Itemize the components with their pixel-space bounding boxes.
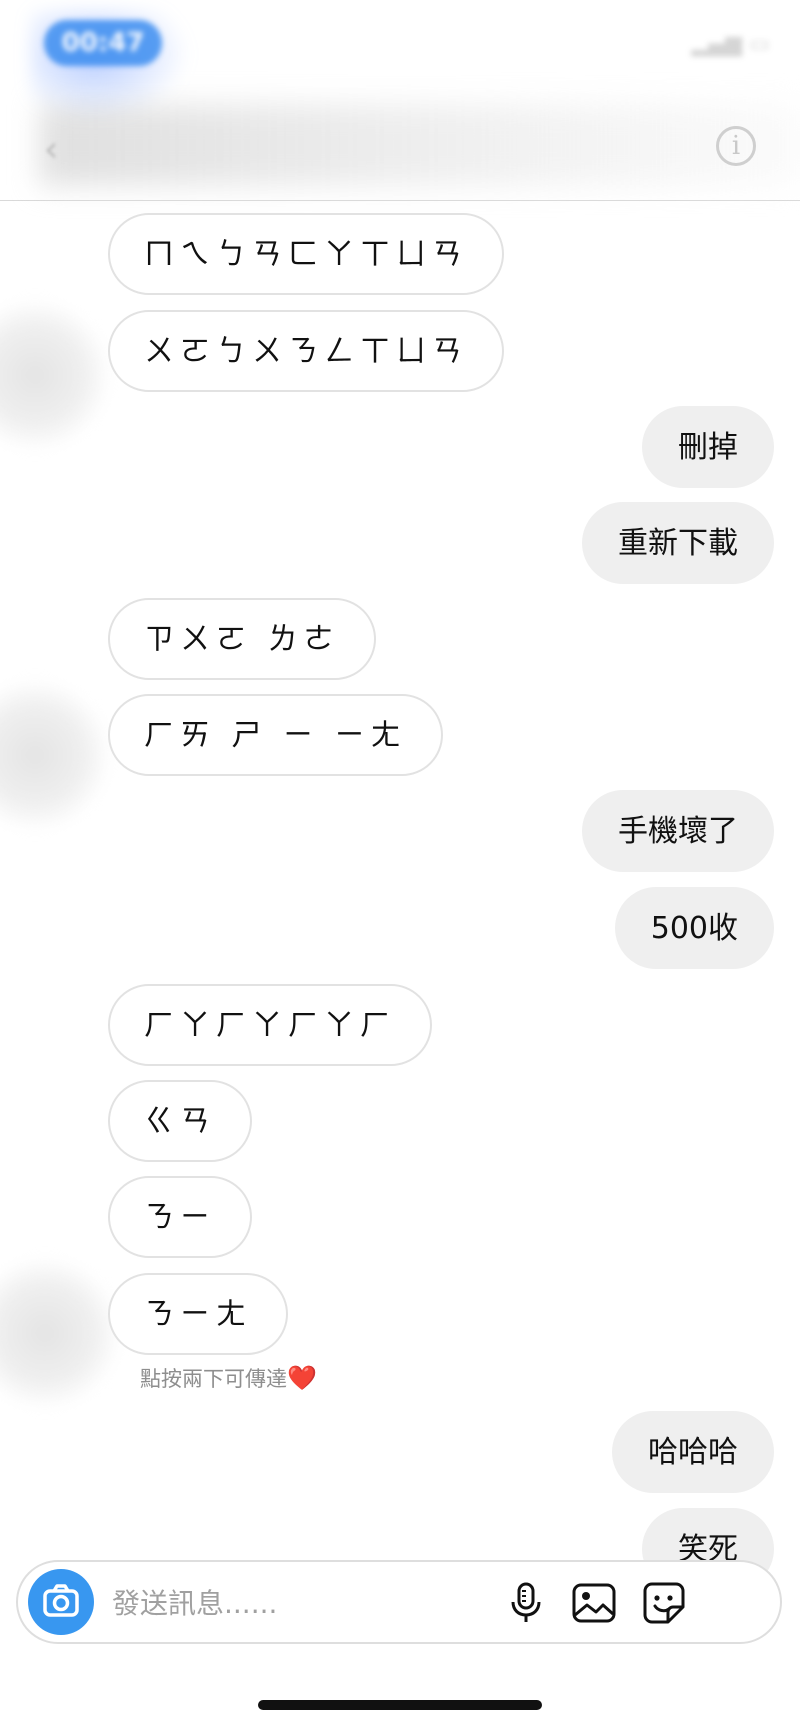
double-tap-like-hint: 點按兩下可傳達❤️ <box>140 1363 317 1393</box>
avatar[interactable] <box>0 300 110 450</box>
message-composer <box>16 1560 782 1644</box>
camera-icon <box>43 1584 79 1617</box>
info-icon[interactable]: i <box>716 126 756 166</box>
chevron-left-icon[interactable]: ‹ <box>44 130 68 170</box>
microphone-icon[interactable] <box>502 1579 550 1627</box>
status-bar: 00:47 ▂▄▆ ▭ <box>0 0 800 120</box>
signal-battery-icons: ▂▄▆ ▭ <box>691 32 770 57</box>
status-time: 00:47 <box>44 20 162 66</box>
avatar[interactable] <box>0 680 110 830</box>
camera-button[interactable] <box>28 1569 94 1635</box>
heart-icon: ❤️ <box>287 1364 317 1392</box>
message-bubble-outgoing[interactable]: 哈哈哈 <box>612 1411 774 1493</box>
message-bubble-incoming[interactable]: ㄍㄢ <box>108 1080 252 1162</box>
message-bubble-outgoing[interactable]: 手機壞了 <box>582 790 774 872</box>
message-bubble-incoming[interactable]: ㄏㄞ ㄕ ㄧ ㄧㄤ <box>108 694 443 776</box>
message-bubble-outgoing[interactable]: 重新下載 <box>582 502 774 584</box>
avatar[interactable] <box>0 1258 120 1408</box>
message-bubble-incoming[interactable]: ㄋㄧ <box>108 1176 252 1258</box>
message-bubble-incoming[interactable]: ㄇㄟㄅㄢㄈㄚㄒㄩㄢ <box>108 213 504 295</box>
message-bubble-incoming[interactable]: ㄏㄚㄏㄚㄏㄚㄏ <box>108 984 432 1066</box>
message-bubble-incoming[interactable]: ㄗㄨㄛ ㄌㄜ <box>108 598 376 680</box>
message-bubble-outgoing[interactable]: 500收 <box>614 887 774 969</box>
message-bubble-outgoing[interactable]: 刪掉 <box>642 406 774 488</box>
image-icon[interactable] <box>570 1579 618 1627</box>
message-bubble-incoming[interactable]: ㄨㄛㄅㄨㄋㄥㄒㄩㄢ <box>108 310 504 392</box>
sticker-icon[interactable] <box>640 1579 688 1627</box>
message-bubble-incoming[interactable]: ㄋㄧㄤ <box>108 1273 288 1355</box>
message-input[interactable] <box>110 1576 554 1630</box>
home-indicator[interactable] <box>258 1700 542 1710</box>
hint-text: 點按兩下可傳達 <box>140 1367 287 1391</box>
